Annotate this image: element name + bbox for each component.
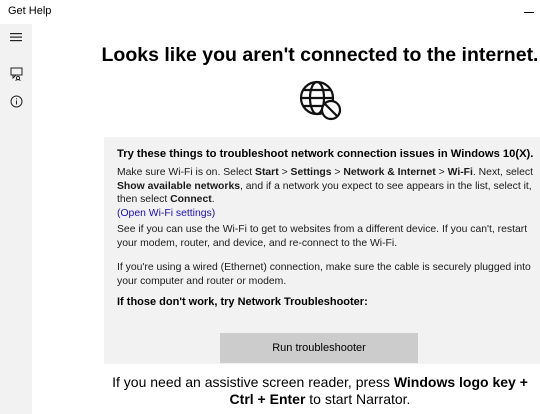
- troubleshooter-heading: If those don't work, try Network Trouble…: [117, 296, 368, 308]
- about-button[interactable]: [0, 88, 32, 116]
- window-title: Get Help: [8, 5, 52, 17]
- panel-title: Try these things to troubleshoot network…: [117, 148, 534, 160]
- ethernet-text: If you're using a wired (Ethernet) conne…: [117, 262, 531, 287]
- page-title: Looks like you aren't connected to the i…: [101, 44, 539, 66]
- wifi-instructions: Make sure Wi-Fi is on. Select Start > Se…: [117, 167, 533, 219]
- globe-no-connection-icon: [299, 80, 342, 121]
- run-troubleshooter-button[interactable]: Run troubleshooter: [220, 333, 418, 363]
- minimize-button[interactable]: [510, 0, 540, 24]
- minimize-icon: [524, 12, 534, 13]
- narrator-hint: If you need an assistive screen reader, …: [112, 374, 528, 407]
- info-icon: [10, 95, 23, 108]
- other-device-text: See if you can use the Wi-Fi to get to w…: [117, 224, 528, 249]
- feedback-button[interactable]: [0, 60, 32, 88]
- hamburger-menu-icon: [10, 33, 22, 42]
- troubleshoot-panel: Try these things to troubleshoot network…: [104, 137, 540, 364]
- hamburger-menu-button[interactable]: [0, 24, 32, 52]
- open-wifi-settings-link[interactable]: (Open Wi-Fi settings): [117, 208, 215, 219]
- title-bar: Get Help: [0, 0, 540, 24]
- sidebar: [0, 24, 32, 414]
- feedback-icon: [10, 67, 23, 81]
